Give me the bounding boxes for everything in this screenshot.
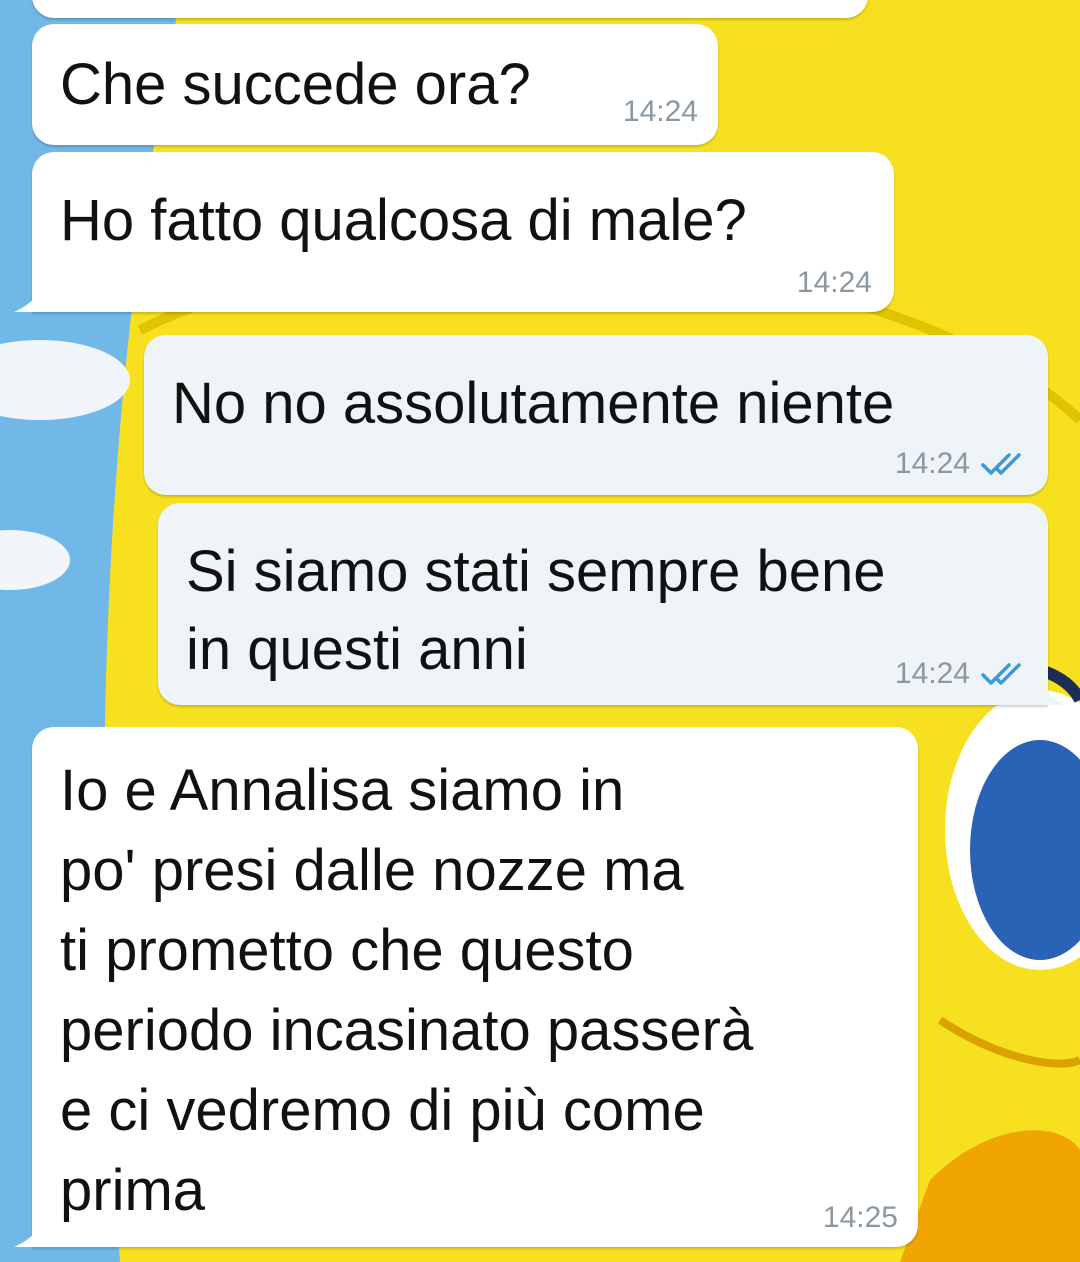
message-time: 14:24 bbox=[622, 95, 698, 128]
message-time: 14:24 bbox=[894, 657, 970, 690]
message-time: 14:24 bbox=[796, 266, 872, 299]
message-text: No no assolutamente niente bbox=[172, 371, 895, 436]
message-time: 14:25 bbox=[822, 1201, 898, 1234]
bubble-tail bbox=[14, 286, 44, 312]
message-meta: 14:25 bbox=[823, 1201, 898, 1235]
message-meta: 14:24 bbox=[895, 447, 1026, 481]
message-meta: 14:24 bbox=[797, 266, 872, 300]
previous-message-bubble bbox=[32, 0, 868, 18]
bubble-tail bbox=[14, 1221, 44, 1247]
double-check-icon bbox=[981, 663, 1021, 685]
message-bubble-incoming[interactable]: Io e Annalisa siamo in po' presi dalle n… bbox=[14, 727, 918, 1247]
message-text: Io e Annalisa siamo in po' presi dalle n… bbox=[60, 758, 754, 1223]
message-bubble-incoming[interactable]: Che succede ora? 14:24 bbox=[32, 24, 718, 145]
message-time: 14:24 bbox=[894, 447, 970, 480]
double-check-icon bbox=[981, 453, 1021, 475]
message-text: Ho fatto qualcosa di male? bbox=[60, 188, 747, 253]
message-bubble-outgoing[interactable]: Si siamo stati sempre bene in questi ann… bbox=[158, 503, 1066, 705]
message-bubble-incoming[interactable]: Ho fatto qualcosa di male? 14:24 bbox=[14, 152, 894, 312]
message-meta: 14:24 bbox=[895, 657, 1026, 691]
message-text: Che succede ora? bbox=[60, 52, 531, 117]
message-meta: 14:24 bbox=[623, 95, 698, 129]
bubble-tail bbox=[1036, 679, 1066, 705]
message-bubble-outgoing[interactable]: No no assolutamente niente 14:24 bbox=[144, 335, 1048, 495]
